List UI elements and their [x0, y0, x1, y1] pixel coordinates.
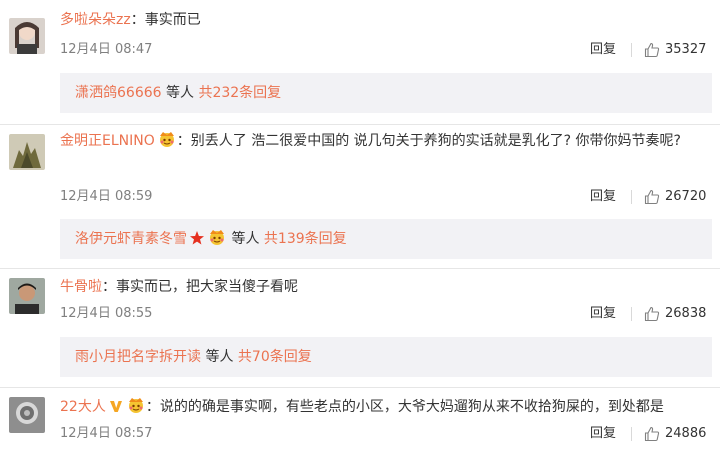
divider-bar [631, 190, 632, 204]
thumbs-up-icon [644, 42, 660, 58]
username-link[interactable]: 多啦朵朵zz [60, 12, 131, 28]
comment-line: 多啦朵朵zz：事实而已 [60, 10, 201, 30]
avatar[interactable] [9, 397, 45, 433]
like-button[interactable]: 35327 [644, 41, 706, 59]
comment-text: 说的的确是事实啊，有些老点的小区，大爷大妈遛狗从来不收拾狗屎的，到处都是 [159, 399, 664, 415]
reply-button[interactable]: 回复 [590, 305, 616, 323]
comment-text: 事实而已，把大家当傻子看呢 [116, 279, 298, 295]
reply-summary[interactable]: 潇洒鸽66666 等人 共232条回复 [60, 73, 712, 113]
like-button[interactable]: 26838 [644, 305, 706, 323]
crown-face-icon [207, 222, 227, 262]
reply-usernames[interactable]: 潇洒鸽66666 [75, 85, 162, 101]
divider-bar [631, 427, 632, 441]
comment-line: 牛骨啦：事实而已，把大家当傻子看呢 [60, 277, 298, 297]
like-button[interactable]: 26720 [644, 188, 706, 206]
divider-bar [631, 43, 632, 57]
reply-etc: 等人 [227, 231, 264, 247]
crown-face-icon [126, 396, 146, 420]
reply-count-link[interactable]: 共70条回复 [238, 349, 312, 365]
username-link[interactable]: 牛骨啦 [60, 279, 102, 295]
separator: ： [145, 399, 160, 415]
comment-time: 12月4日 08:55 [60, 306, 153, 321]
separator: ： [130, 12, 145, 28]
avatar[interactable] [9, 278, 45, 314]
separator: ： [102, 279, 116, 295]
comment-time: 12月4日 08:47 [60, 42, 153, 57]
like-count: 35327 [665, 42, 707, 57]
thumbs-up-icon [644, 306, 660, 322]
comment-divider [0, 268, 720, 269]
reply-button[interactable]: 回复 [590, 41, 616, 59]
like-button[interactable]: 24886 [644, 425, 706, 443]
reply-etc: 等人 [201, 349, 238, 365]
like-count: 24886 [665, 426, 707, 441]
comment-line: 22大人 ：说的的确是事实啊，有些老点的小区，大爷大妈遛狗从来不收拾狗屎的，到处都… [60, 396, 664, 420]
comment-divider [0, 387, 720, 388]
username-link[interactable]: 金明正ELNINO [60, 133, 155, 149]
comment-time: 12月4日 08:59 [60, 189, 153, 204]
red-star-icon [189, 222, 205, 262]
thumbs-up-icon [644, 426, 660, 442]
like-count: 26838 [665, 306, 707, 321]
reply-summary[interactable]: 雨小月把名字拆开读 等人 共70条回复 [60, 337, 712, 377]
avatar[interactable] [9, 134, 45, 170]
separator: ： [176, 133, 191, 149]
thumbs-up-icon [644, 189, 660, 205]
comment-time: 12月4日 08:57 [60, 426, 153, 441]
avatar[interactable] [9, 18, 45, 54]
divider-bar [631, 307, 632, 321]
reply-etc: 等人 [161, 85, 199, 101]
reply-button[interactable]: 回复 [590, 425, 616, 443]
comment-text: 事实而已 [144, 12, 201, 28]
v-icon [108, 398, 124, 420]
crown-face-icon [157, 130, 177, 158]
comment-line: 金明正ELNINO ：别丢人了 浩二很爱中国的 说几句关于养狗的实话就是乳化了? … [60, 127, 710, 158]
reply-usernames[interactable]: 雨小月把名字拆开读 [75, 349, 201, 365]
comment-text: 别丢人了 浩二很爱中国的 说几句关于养狗的实话就是乳化了? 你带你妈节奏呢? [190, 133, 681, 149]
comment-divider [0, 124, 720, 125]
like-count: 26720 [665, 189, 707, 204]
reply-button[interactable]: 回复 [590, 188, 616, 206]
reply-count-link[interactable]: 共232条回复 [198, 85, 281, 101]
reply-usernames[interactable]: 洛伊元虾青素冬雪 [75, 231, 187, 247]
reply-count-link[interactable]: 共139条回复 [264, 231, 347, 247]
username-link[interactable]: 22大人 [60, 399, 106, 415]
reply-summary[interactable]: 洛伊元虾青素冬雪 等人 共139条回复 [60, 219, 712, 259]
